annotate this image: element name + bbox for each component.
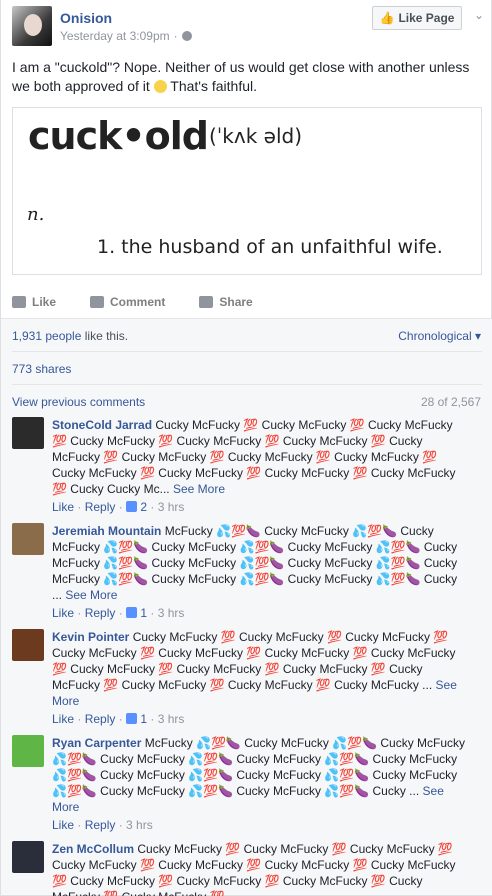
post-image[interactable]: cuck•old (ˈkʌk əld) n. 1. the husband of…	[12, 107, 482, 275]
share-button[interactable]: Share	[199, 295, 253, 309]
like-page-button[interactable]: 👍 Like Page	[372, 6, 462, 30]
meta-separator: ·	[173, 29, 178, 43]
likes-count-link[interactable]: 1,931 people	[12, 329, 81, 343]
comment-meta: Like · Reply · 1 · 3 hrs	[52, 712, 185, 726]
smile-emoji-icon	[153, 80, 167, 93]
facebook-post: Onision Yesterday at 3:09pm · 👍 Like Pag…	[0, 0, 492, 896]
share-label: Share	[219, 295, 253, 309]
globe-icon	[181, 31, 192, 41]
post-timestamp[interactable]: Yesterday at 3:09pm	[60, 29, 170, 43]
comment-reply-link[interactable]: Reply	[85, 712, 116, 726]
comment-reply-link[interactable]: Reply	[85, 606, 116, 620]
post-text-tail: That's faithful.	[170, 78, 258, 94]
dictionary-word: cuck•old	[28, 114, 209, 158]
thumbs-up-icon	[126, 607, 138, 618]
comment-time[interactable]: 3 hrs	[158, 712, 185, 726]
shares-link[interactable]: 773 shares	[12, 362, 71, 376]
comment-icon	[90, 296, 105, 308]
commenter-avatar[interactable]	[12, 841, 44, 873]
comment-like-link[interactable]: Like	[52, 500, 74, 514]
author-name[interactable]: Onision	[60, 10, 112, 26]
comment-time[interactable]: 3 hrs	[126, 818, 153, 832]
post-text: I am a "cuckold"? Nope. Neither of us wo…	[12, 58, 482, 96]
sort-dropdown[interactable]: Chronological ▾	[398, 329, 481, 343]
share-icon	[199, 296, 214, 308]
comment-time[interactable]: 3 hrs	[158, 500, 185, 514]
thumbs-up-icon: 👍	[379, 11, 395, 25]
see-more-link[interactable]: See More	[65, 588, 117, 602]
commenter-name[interactable]: Ryan Carpenter	[52, 736, 141, 750]
likes-summary: 1,931 people like this.	[12, 329, 128, 343]
comment-like-count[interactable]: 2	[140, 500, 147, 514]
comment-reply-link[interactable]: Reply	[85, 500, 116, 514]
view-previous-comments[interactable]: View previous comments	[12, 395, 145, 409]
commenter-avatar[interactable]	[12, 735, 44, 767]
commenter-name[interactable]: Zen McCollum	[52, 842, 134, 856]
thumbs-up-icon	[12, 296, 26, 308]
post-actions: Like Comment Share	[12, 287, 482, 317]
comment-like-link[interactable]: Like	[52, 606, 74, 620]
commenter-avatar[interactable]	[12, 523, 44, 555]
likes-suffix: like this.	[84, 329, 129, 343]
post-meta: Yesterday at 3:09pm ·	[60, 29, 192, 43]
comment-label: Comment	[110, 295, 166, 309]
like-button[interactable]: Like	[12, 295, 56, 309]
commenter-name[interactable]: StoneCold Jarrad	[52, 418, 152, 432]
like-page-label: Like Page	[398, 11, 455, 25]
chevron-down-icon[interactable]: ⌄	[474, 8, 484, 22]
comment-body: StoneCold Jarrad Cucky McFucky 💯 Cucky M…	[52, 417, 467, 515]
commenter-avatar[interactable]	[12, 629, 44, 661]
divider	[12, 384, 482, 385]
comment-body: Zen McCollum Cucky McFucky 💯 Cucky McFuc…	[52, 841, 467, 896]
comment-meta: Like · Reply · 3 hrs	[52, 818, 153, 832]
comment-button[interactable]: Comment	[90, 295, 165, 309]
comment-reply-link[interactable]: Reply	[85, 818, 116, 832]
thumbs-up-icon	[126, 501, 138, 512]
divider	[12, 351, 482, 352]
comment-like-count[interactable]: 1	[140, 606, 147, 620]
comment-count: 28 of 2,567	[420, 395, 481, 409]
dictionary-part-of-speech: n.	[27, 204, 45, 225]
post-header: Onision Yesterday at 3:09pm · 👍 Like Pag…	[1, 0, 492, 52]
sort-label: Chronological	[398, 329, 472, 343]
comment-like-link[interactable]: Like	[52, 712, 74, 726]
author-avatar[interactable]	[12, 6, 52, 46]
commenter-name[interactable]: Kevin Pointer	[52, 630, 129, 644]
comment-like-link[interactable]: Like	[52, 818, 74, 832]
thumbs-up-icon	[126, 713, 138, 724]
comment-body: Kevin Pointer Cucky McFucky 💯 Cucky McFu…	[52, 629, 467, 727]
comment-like-count[interactable]: 1	[140, 712, 147, 726]
commenter-name[interactable]: Jeremiah Mountain	[52, 524, 161, 538]
comment-body: Jeremiah Mountain McFucky 💦💯🍆 Cucky McFu…	[52, 523, 467, 621]
comment-body: Ryan Carpenter McFucky 💦💯🍆 Cucky McFucky…	[52, 735, 467, 833]
see-more-link[interactable]: See More	[173, 482, 225, 496]
comment-meta: Like · Reply · 2 · 3 hrs	[52, 500, 185, 514]
post-footer: 1,931 people like this. Chronological ▾ …	[1, 318, 492, 896]
comment-time[interactable]: 3 hrs	[158, 606, 185, 620]
caret-down-icon: ▾	[474, 329, 481, 343]
commenter-avatar[interactable]	[12, 417, 44, 449]
comment-meta: Like · Reply · 1 · 3 hrs	[52, 606, 185, 620]
like-label: Like	[32, 295, 57, 309]
dictionary-definition: 1. the husband of an unfaithful wife.	[97, 236, 443, 258]
dictionary-pronunciation: (ˈkʌk əld)	[209, 124, 303, 148]
